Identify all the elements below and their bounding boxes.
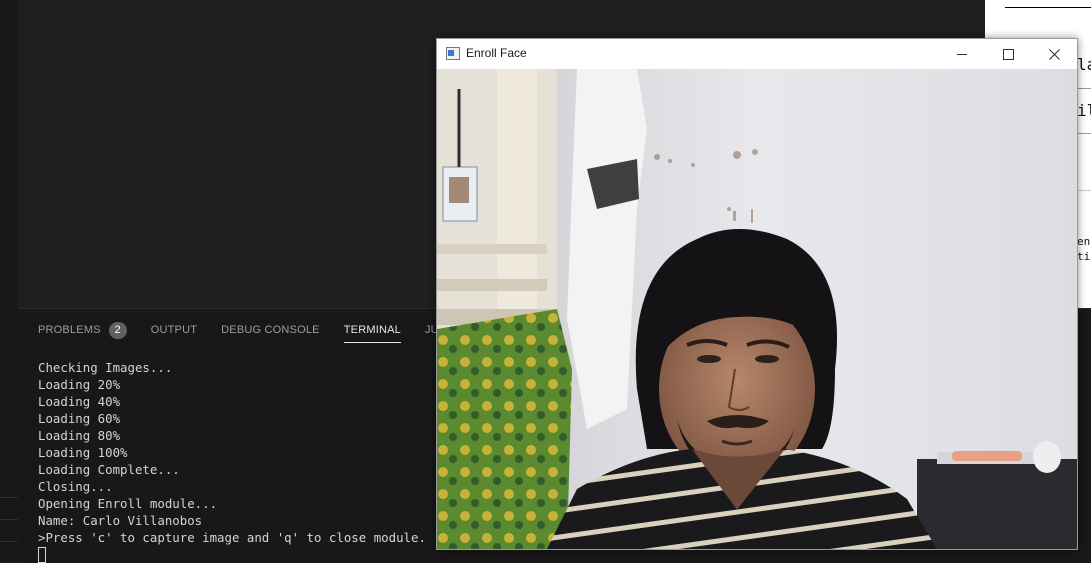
terminal-line: Opening Enroll module... xyxy=(38,496,218,511)
doc-fragment-4: ti xyxy=(1077,250,1091,263)
window-title: Enroll Face xyxy=(466,46,527,60)
terminal-line: Closing... xyxy=(38,479,113,494)
tab-output-label: OUTPUT xyxy=(150,324,198,336)
terminal-cursor xyxy=(38,547,46,563)
close-icon xyxy=(1048,48,1060,60)
webcam-feed xyxy=(437,69,1077,549)
terminal-line: Loading 20% xyxy=(38,377,121,392)
terminal-line: Loading 80% xyxy=(38,428,121,443)
activity-strip xyxy=(0,0,18,562)
enroll-face-window[interactable]: Enroll Face xyxy=(436,38,1078,550)
app-window-icon xyxy=(446,47,460,60)
maximize-button[interactable] xyxy=(985,39,1031,69)
doc-fragment-3: en xyxy=(1077,235,1091,248)
panel-tabs: PROBLEMS 2 OUTPUT DEBUG CONSOLE TERMINAL… xyxy=(38,319,500,343)
window-titlebar[interactable]: Enroll Face xyxy=(437,39,1077,69)
doc-fragment-1: lar xyxy=(1077,55,1091,74)
problems-count-badge: 2 xyxy=(108,321,127,339)
terminal-line: Loading 60% xyxy=(38,411,121,426)
tab-terminal-label: TERMINAL xyxy=(343,324,401,336)
maximize-icon xyxy=(1002,48,1014,60)
tab-problems-label: PROBLEMS xyxy=(38,324,101,336)
terminal-line: Name: Carlo Villanobos xyxy=(38,513,203,528)
tab-output[interactable]: OUTPUT xyxy=(151,319,197,341)
terminal-line: Loading 100% xyxy=(38,445,128,460)
terminal-line: >Press 'c' to capture image and 'q' to c… xyxy=(38,530,426,545)
tab-debug-console-label: DEBUG CONSOLE xyxy=(221,324,320,336)
minimize-icon xyxy=(957,53,967,55)
tab-terminal[interactable]: TERMINAL xyxy=(343,319,402,343)
terminal-line: Checking Images... xyxy=(38,360,173,375)
terminal-line: Loading Complete... xyxy=(38,462,180,477)
tab-problems[interactable]: PROBLEMS 2 xyxy=(38,319,127,341)
terminal-output[interactable]: Checking Images... Loading 20% Loading 40%… xyxy=(38,359,426,546)
document-rule xyxy=(1005,7,1091,8)
terminal-line: Loading 40% xyxy=(38,394,121,409)
minimize-button[interactable] xyxy=(939,39,985,69)
doc-fragment-2: il xyxy=(1077,101,1091,120)
close-button[interactable] xyxy=(1031,39,1077,69)
tab-debug-console[interactable]: DEBUG CONSOLE xyxy=(221,319,320,341)
